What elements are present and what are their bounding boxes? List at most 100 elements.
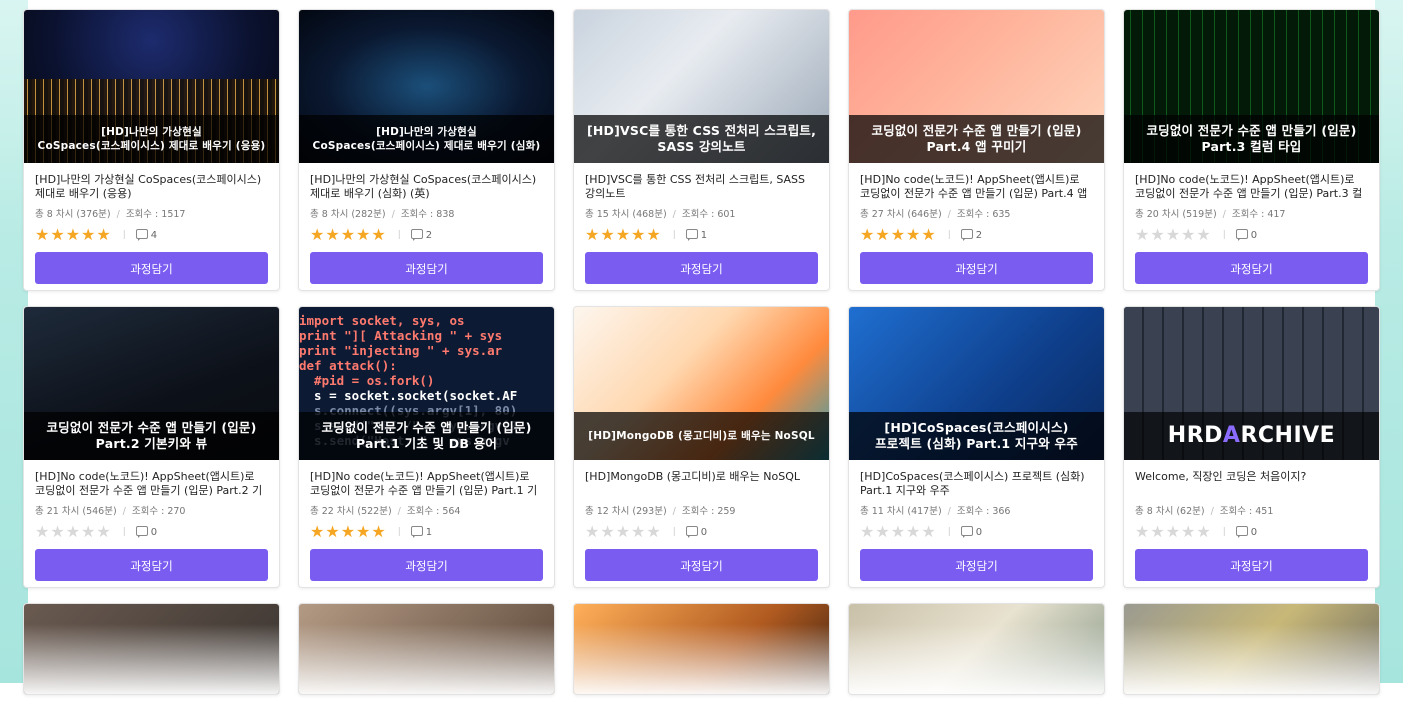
- course-title[interactable]: [HD]CoSpaces(코스페이시스) 프로젝트 (심화) Part.1 지구…: [860, 470, 1093, 498]
- course-thumbnail[interactable]: 코딩없이 전문가 수준 앱 만들기 (입문) Part.3 컬럼 타입: [1124, 10, 1379, 163]
- course-card[interactable]: 코딩없이 전문가 수준 앱 만들기 (입문) Part.2 기본키와 뷰 [HD]…: [23, 306, 280, 588]
- star-icon: ★: [371, 522, 386, 541]
- thumbnail-caption: [HD]CoSpaces(코스페이시스) 프로젝트 (심화) Part.1 지구…: [849, 412, 1104, 460]
- hrd-archive-logo: HRD A RCHIVE: [1124, 412, 1379, 460]
- course-thumbnail[interactable]: [HD]CoSpaces(코스페이시스) 프로젝트 (심화) Part.1 지구…: [849, 307, 1104, 460]
- course-card[interactable]: HRD A RCHIVE Welcome, 직장인 코딩은 처음이지? 총 8 차시 …: [1123, 306, 1380, 588]
- course-card[interactable]: [HD]나만의 가상현실 CoSpaces(코스페이시스) 제대로 배우기 (심…: [298, 9, 555, 291]
- course-thumbnail[interactable]: [HD]MongoDB (몽고디비)로 배우는 NoSQL: [574, 307, 829, 460]
- add-course-button[interactable]: 과정담기: [35, 252, 268, 284]
- rating-divider: |: [122, 527, 126, 537]
- fade-overlay: [1124, 624, 1379, 694]
- star-icon: ★: [35, 225, 50, 244]
- rating-row: ★ ★ ★ ★ ★ | 0: [585, 523, 818, 541]
- course-thumbnail[interactable]: [HD]VSC를 통한 CSS 전처리 스크립트, SASS 강의노트: [574, 10, 829, 163]
- course-title[interactable]: [HD]No code(노코드)! AppSheet(앱시트)로 코딩없이 전문…: [860, 173, 1093, 201]
- course-card-partial[interactable]: [573, 603, 830, 695]
- star-rating: ★ ★ ★ ★ ★: [310, 227, 386, 243]
- star-icon: ★: [860, 225, 875, 244]
- star-rating: ★ ★ ★ ★ ★: [860, 524, 936, 540]
- comment-count: 2: [975, 229, 983, 241]
- meta-separator: /: [672, 209, 676, 220]
- course-meta: 총 15 차시 (468분) / 조회수 : 601: [585, 206, 818, 220]
- course-thumbnail[interactable]: 코딩없이 전문가 수준 앱 만들기 (입문) Part.4 앱 꾸미기: [849, 10, 1104, 163]
- add-course-button[interactable]: 과정담기: [860, 252, 1093, 284]
- comment-count: 2: [425, 229, 433, 241]
- star-icon: ★: [1150, 522, 1165, 541]
- views-label: 조회수 :: [681, 506, 715, 517]
- course-title[interactable]: [HD]VSC를 통한 CSS 전처리 스크립트, SASS 강의노트: [585, 173, 818, 201]
- course-thumbnail[interactable]: 코딩없이 전문가 수준 앱 만들기 (입문) Part.2 기본키와 뷰: [24, 307, 279, 460]
- add-course-button[interactable]: 과정담기: [1135, 549, 1368, 581]
- star-icon: ★: [325, 225, 340, 244]
- meta-separator: /: [116, 209, 120, 220]
- course-card-body: [HD]No code(노코드)! AppSheet(앱시트)로 코딩없이 전문…: [1124, 163, 1379, 244]
- thumbnail-caption: 코딩없이 전문가 수준 앱 만들기 (입문) Part.4 앱 꾸미기: [849, 115, 1104, 163]
- star-icon: ★: [906, 522, 921, 541]
- course-card[interactable]: [HD]MongoDB (몽고디비)로 배우는 NoSQL [HD]MongoDB…: [573, 306, 830, 588]
- course-thumbnail[interactable]: HRD A RCHIVE: [1124, 307, 1379, 460]
- course-card-partial[interactable]: [1123, 603, 1380, 695]
- rating-divider: |: [122, 230, 126, 240]
- add-course-button[interactable]: 과정담기: [1135, 252, 1368, 284]
- thumbnail-caption: [HD]MongoDB (몽고디비)로 배우는 NoSQL: [574, 412, 829, 460]
- course-title[interactable]: [HD]No code(노코드)! AppSheet(앱시트)로 코딩없이 전문…: [1135, 173, 1368, 201]
- add-course-button[interactable]: 과정담기: [860, 549, 1093, 581]
- course-card-partial[interactable]: [298, 603, 555, 695]
- star-icon: ★: [631, 225, 646, 244]
- add-course-button[interactable]: 과정담기: [310, 252, 543, 284]
- views-count: 635: [992, 209, 1011, 220]
- course-card[interactable]: [HD]CoSpaces(코스페이시스) 프로젝트 (심화) Part.1 지구…: [848, 306, 1105, 588]
- course-title[interactable]: [HD]No code(노코드)! AppSheet(앱시트)로 코딩없이 전문…: [310, 470, 543, 498]
- course-card[interactable]: [HD]VSC를 통한 CSS 전처리 스크립트, SASS 강의노트 [HD]V…: [573, 9, 830, 291]
- session-count: 총 12 차시 (293분): [585, 506, 667, 517]
- rating-divider: |: [947, 527, 951, 537]
- session-count: 총 20 차시 (519분): [1135, 209, 1217, 220]
- views-label: 조회수 :: [1219, 506, 1253, 517]
- course-title[interactable]: [HD]나만의 가상현실 CoSpaces(코스페이시스) 제대로 배우기 (심…: [310, 173, 543, 201]
- comment-count: 0: [1250, 526, 1258, 538]
- course-title[interactable]: Welcome, 직장인 코딩은 처음이지?: [1135, 470, 1368, 498]
- course-title[interactable]: [HD]나만의 가상현실 CoSpaces(코스페이시스) 제대로 배우기 (응…: [35, 173, 268, 201]
- fade-overlay: [24, 624, 279, 694]
- course-title[interactable]: [HD]No code(노코드)! AppSheet(앱시트)로 코딩없이 전문…: [35, 470, 268, 498]
- star-icon: ★: [875, 225, 890, 244]
- meta-separator: /: [672, 506, 676, 517]
- course-card[interactable]: [HD]나만의 가상현실 CoSpaces(코스페이시스) 제대로 배우기 (응…: [23, 9, 280, 291]
- course-grid: [HD]나만의 가상현실 CoSpaces(코스페이시스) 제대로 배우기 (응…: [23, 9, 1383, 709]
- course-thumbnail[interactable]: [HD]나만의 가상현실 CoSpaces(코스페이시스) 제대로 배우기 (심…: [299, 10, 554, 163]
- course-thumbnail[interactable]: import socket, sys, os print "][ Attackin…: [299, 307, 554, 460]
- course-card-body: [HD]나만의 가상현실 CoSpaces(코스페이시스) 제대로 배우기 (응…: [24, 163, 279, 244]
- course-card[interactable]: import socket, sys, os print "][ Attackin…: [298, 306, 555, 588]
- thumbnail-caption: 코딩없이 전문가 수준 앱 만들기 (입문) Part.1 기초 및 DB 용어: [299, 412, 554, 460]
- add-course-button[interactable]: 과정담기: [310, 549, 543, 581]
- add-course-button[interactable]: 과정담기: [585, 252, 818, 284]
- star-icon: ★: [96, 225, 111, 244]
- star-icon: ★: [50, 522, 65, 541]
- course-thumbnail[interactable]: [HD]나만의 가상현실 CoSpaces(코스페이시스) 제대로 배우기 (응…: [24, 10, 279, 163]
- course-card-partial[interactable]: [848, 603, 1105, 695]
- comment-icon: [960, 526, 973, 538]
- star-rating: ★ ★ ★ ★ ★: [1135, 524, 1211, 540]
- course-card[interactable]: 코딩없이 전문가 수준 앱 만들기 (입문) Part.3 컬럼 타입 [HD]N…: [1123, 9, 1380, 291]
- star-rating: ★ ★ ★ ★ ★: [35, 227, 111, 243]
- star-icon: ★: [35, 522, 50, 541]
- course-meta: 총 27 차시 (646분) / 조회수 : 635: [860, 206, 1093, 220]
- course-card-body: [HD]VSC를 통한 CSS 전처리 스크립트, SASS 강의노트총 15 …: [574, 163, 829, 244]
- views-count: 417: [1267, 209, 1286, 220]
- course-card[interactable]: 코딩없이 전문가 수준 앱 만들기 (입문) Part.4 앱 꾸미기 [HD]N…: [848, 9, 1105, 291]
- course-card-body: [HD]No code(노코드)! AppSheet(앱시트)로 코딩없이 전문…: [299, 460, 554, 541]
- fade-overlay: [849, 624, 1104, 694]
- course-card-partial[interactable]: [23, 603, 280, 695]
- comment-icon: [410, 526, 423, 538]
- views-label: 조회수 :: [1231, 209, 1265, 220]
- star-icon: ★: [600, 225, 615, 244]
- star-icon: ★: [860, 522, 875, 541]
- star-icon: ★: [1135, 225, 1150, 244]
- course-card-body: [HD]MongoDB (몽고디비)로 배우는 NoSQL 총 12 차시 (29…: [574, 460, 829, 541]
- comment-icon: [1235, 229, 1248, 241]
- course-title[interactable]: [HD]MongoDB (몽고디비)로 배우는 NoSQL: [585, 470, 818, 498]
- add-course-button[interactable]: 과정담기: [35, 549, 268, 581]
- meta-separator: /: [947, 506, 951, 517]
- add-course-button[interactable]: 과정담기: [585, 549, 818, 581]
